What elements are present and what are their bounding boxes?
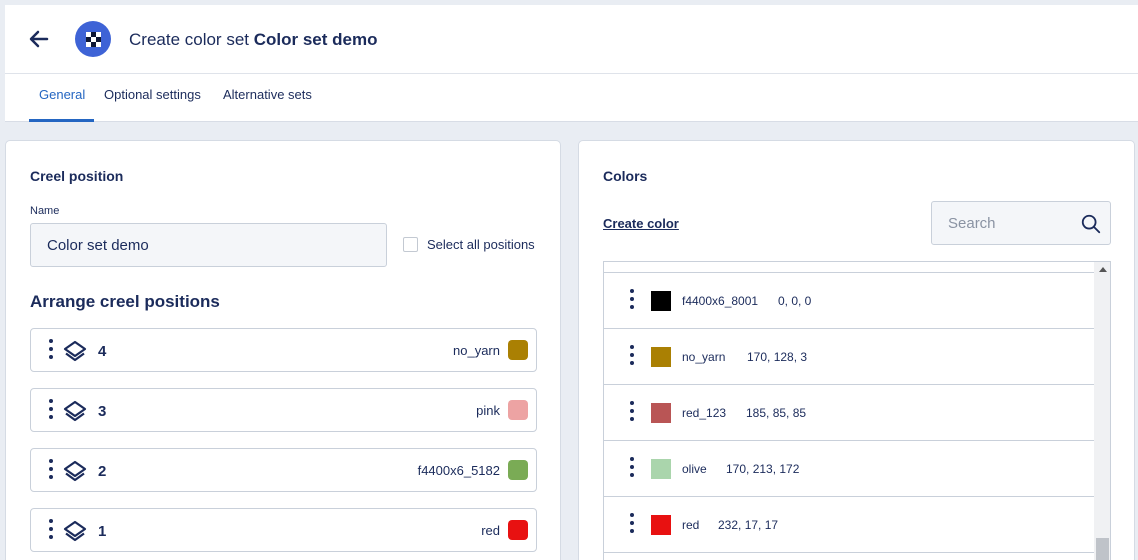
creel-row[interactable]: 2 f4400x6_5182 xyxy=(30,448,537,492)
color-name: red_123 xyxy=(682,406,727,420)
name-input[interactable] xyxy=(30,223,387,267)
colors-title: Colors xyxy=(603,168,648,184)
color-rgb-value: 170, 213, 172 xyxy=(726,462,800,476)
color-rgb-value: 0, 0, 0 xyxy=(778,294,812,308)
creel-position-title: Creel position xyxy=(30,168,124,184)
creel-position-number: 3 xyxy=(98,403,107,420)
arrow-left-icon[interactable] xyxy=(27,27,51,51)
checker-logo-icon xyxy=(75,21,111,57)
scrollbar-thumb[interactable] xyxy=(1096,538,1109,560)
search-icon[interactable] xyxy=(1080,213,1102,235)
creel-color-name: f4400x6_5182 xyxy=(417,463,500,478)
color-name: olive xyxy=(682,462,707,476)
color-list-item[interactable]: f4400x6_8001 0, 0, 0 xyxy=(604,273,1094,329)
list-scrollbar[interactable] xyxy=(1094,262,1110,560)
drag-handle-icon[interactable] xyxy=(47,459,55,483)
tab-bar: General Optional settings Alternative se… xyxy=(5,74,1138,122)
creel-color-name: no_yarn xyxy=(453,343,500,358)
more-options-icon[interactable] xyxy=(628,457,636,481)
name-label: Name xyxy=(30,205,60,217)
color-swatch xyxy=(651,515,671,535)
more-options-icon[interactable] xyxy=(628,345,636,369)
color-list-item[interactable]: red 232, 17, 17 xyxy=(604,497,1094,553)
more-options-icon[interactable] xyxy=(628,289,636,313)
color-list: f4400x6_8001 0, 0, 0 no_yarn 170, 128, 3… xyxy=(603,261,1111,560)
active-tab-indicator xyxy=(29,119,94,122)
color-swatch xyxy=(651,291,671,311)
creel-position-panel: Creel position Name Select all positions… xyxy=(5,140,561,560)
color-name: red xyxy=(682,518,700,532)
scroll-up-arrow-icon[interactable] xyxy=(1099,267,1107,272)
more-options-icon[interactable] xyxy=(628,401,636,425)
color-list-item[interactable]: no_yarn 170, 128, 3 xyxy=(604,329,1094,385)
color-list-item[interactable]: red_123 185, 85, 85 xyxy=(604,385,1094,441)
tab-general[interactable]: General xyxy=(39,87,85,102)
colors-panel: Colors Create color f4400x6_8001 0, 0, 0… xyxy=(578,140,1135,560)
color-swatch[interactable] xyxy=(508,400,528,420)
color-list-item[interactable]: olive 170, 213, 172 xyxy=(604,441,1094,497)
search-box[interactable] xyxy=(931,201,1111,245)
color-rgb-value: 185, 85, 85 xyxy=(746,406,807,420)
creel-position-number: 1 xyxy=(98,523,107,540)
creel-position-number: 2 xyxy=(98,463,107,480)
creel-color-name: red xyxy=(481,523,500,538)
tab-optional-settings[interactable]: Optional settings xyxy=(104,87,201,102)
tab-alternative-sets[interactable]: Alternative sets xyxy=(223,87,312,102)
layers-icon xyxy=(63,520,87,542)
creel-color-name: pink xyxy=(476,403,500,418)
select-all-label: Select all positions xyxy=(427,237,535,252)
creel-position-number: 4 xyxy=(98,343,107,360)
creel-row[interactable]: 4 no_yarn xyxy=(30,328,537,372)
drag-handle-icon[interactable] xyxy=(47,339,55,363)
select-all-positions[interactable]: Select all positions xyxy=(403,237,535,252)
creel-row[interactable]: 1 red xyxy=(30,508,537,552)
color-rgb-value: 170, 128, 3 xyxy=(747,350,808,364)
color-swatch xyxy=(651,347,671,367)
create-color-link[interactable]: Create color xyxy=(603,216,679,231)
page-title-name: Color set demo xyxy=(253,30,378,49)
arrange-creel-title: Arrange creel positions xyxy=(30,292,220,311)
color-swatch[interactable] xyxy=(508,340,528,360)
page-header: Create color set Color set demo xyxy=(5,5,1138,74)
color-swatch xyxy=(651,403,671,423)
more-options-icon[interactable] xyxy=(628,513,636,537)
page-title-prefix: Create color set xyxy=(129,30,254,49)
creel-row[interactable]: 3 pink xyxy=(30,388,537,432)
layers-icon xyxy=(63,340,87,362)
drag-handle-icon[interactable] xyxy=(47,399,55,423)
color-rgb-value: 232, 17, 17 xyxy=(718,518,779,532)
layers-icon xyxy=(63,400,87,422)
select-all-checkbox[interactable] xyxy=(403,237,418,252)
color-name: no_yarn xyxy=(682,350,726,364)
color-name: f4400x6_8001 xyxy=(682,294,759,308)
color-swatch xyxy=(651,459,671,479)
drag-handle-icon[interactable] xyxy=(47,519,55,543)
page-title: Create color set Color set demo xyxy=(129,30,377,50)
layers-icon xyxy=(63,460,87,482)
color-swatch[interactable] xyxy=(508,520,528,540)
search-input[interactable] xyxy=(932,202,1072,244)
color-swatch[interactable] xyxy=(508,460,528,480)
